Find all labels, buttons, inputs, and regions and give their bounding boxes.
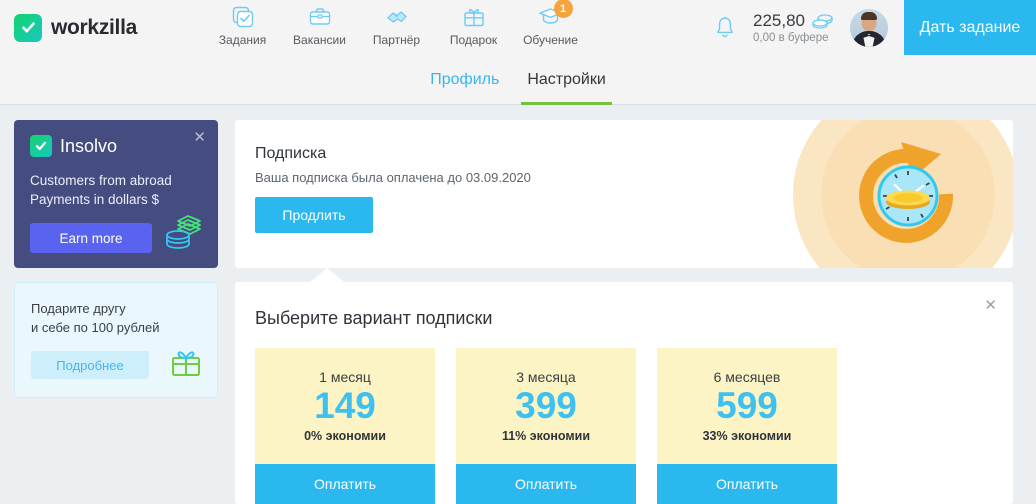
insolvo-header: Insolvo <box>30 135 202 157</box>
plan-card-6-months[interactable]: 6 месяцев 599 33% экономии Оплатить <box>657 348 837 504</box>
workzilla-check-logo-icon <box>14 13 42 42</box>
header-right: 225,80 0,00 в буфере Дать задание <box>713 0 1036 55</box>
plan-period: 3 месяца <box>516 368 576 385</box>
insolvo-title: Insolvo <box>60 135 118 156</box>
insolvo-promo-card: ✕ Insolvo Customers from abroad Payments… <box>14 120 218 268</box>
nav-label: Задания <box>218 33 267 47</box>
nav-item-vacancies[interactable]: Вакансии <box>281 0 358 55</box>
plan-price: 149 <box>314 384 376 426</box>
nav-item-education[interactable]: 1 Обучение <box>512 0 589 55</box>
subscription-title: Подписка <box>255 145 327 162</box>
checkbox-stack-icon <box>231 4 255 30</box>
plan-body: 3 месяца 399 11% экономии <box>456 348 636 464</box>
balance-amount: 225,80 <box>753 11 805 30</box>
gift-line2: и себе по 100 рублей <box>31 320 160 335</box>
nav-label: Обучение <box>523 33 578 47</box>
plan-pay-button[interactable]: Оплатить <box>456 464 636 504</box>
profile-settings-tabbar: Профиль Настройки <box>0 55 1036 105</box>
nav-label: Подарок <box>449 33 498 47</box>
app-root: workzilla Задания Вакансии Партнёр Подар… <box>0 0 1036 504</box>
clock-renew-icon <box>783 120 1013 268</box>
plan-saving: 33% экономии <box>702 429 792 444</box>
subscription-plans-panel: ✕ Выберите вариант подписки 1 месяц 149 … <box>235 282 1013 504</box>
plan-saving: 11% экономии <box>501 429 591 444</box>
nav-item-partner[interactable]: Партнёр <box>358 0 435 55</box>
plan-saving: 0% экономии <box>304 429 386 444</box>
main-nav: Задания Вакансии Партнёр Подарок 1 Обуче… <box>204 0 589 55</box>
gift-line1: Подарите другу <box>31 301 126 316</box>
tab-profile[interactable]: Профиль <box>416 55 513 105</box>
brand-logo-link[interactable]: workzilla <box>14 13 204 42</box>
coins-icon <box>812 13 834 29</box>
site-header: workzilla Задания Вакансии Партнёр Подар… <box>0 0 1036 55</box>
close-icon[interactable]: ✕ <box>193 130 206 145</box>
gift-details-button[interactable]: Подробнее <box>31 351 149 379</box>
earn-more-button[interactable]: Earn more <box>30 223 152 253</box>
plan-cards: 1 месяц 149 0% экономии Оплатить 3 месяц… <box>255 348 837 504</box>
money-stack-icon <box>162 211 206 256</box>
create-task-button[interactable]: Дать задание <box>904 0 1036 55</box>
graduation-cap-icon: 1 <box>538 0 573 30</box>
plan-body: 1 месяц 149 0% экономии <box>255 348 435 464</box>
plan-price: 599 <box>716 384 778 426</box>
brand-name: workzilla <box>51 15 137 39</box>
insolvo-check-icon <box>30 135 52 157</box>
avatar[interactable] <box>850 8 888 47</box>
plan-pay-button[interactable]: Оплатить <box>255 464 435 504</box>
plan-body: 6 месяцев 599 33% экономии <box>657 348 837 464</box>
nav-label: Партнёр <box>372 33 421 47</box>
plan-period: 1 месяц <box>319 368 371 385</box>
balance-buffer-text: 0,00 в буфере <box>753 32 829 44</box>
handshake-icon <box>385 4 409 30</box>
balance-top: 225,80 <box>753 11 834 31</box>
bell-icon[interactable] <box>713 15 737 41</box>
plan-card-1-month[interactable]: 1 месяц 149 0% экономии Оплатить <box>255 348 435 504</box>
plan-period: 6 месяцев <box>713 368 781 385</box>
nav-item-gift[interactable]: Подарок <box>435 0 512 55</box>
insolvo-line2: Payments in dollars $ <box>30 192 160 207</box>
insolvo-line1: Customers from abroad <box>30 173 172 188</box>
plans-title: Выберите вариант подписки <box>255 308 493 328</box>
subscription-panel: Подписка Ваша подписка была оплачена до … <box>235 120 1013 268</box>
balance-block[interactable]: 225,80 0,00 в буфере <box>753 11 834 44</box>
gift-icon <box>462 4 486 30</box>
gift-box-icon <box>169 346 203 383</box>
nav-label: Вакансии <box>293 33 346 47</box>
plan-price: 399 <box>515 384 577 426</box>
close-icon[interactable]: ✕ <box>984 298 997 313</box>
subscription-status: Ваша подписка была оплачена до 03.09.202… <box>255 170 531 185</box>
extend-subscription-button[interactable]: Продлить <box>255 197 373 233</box>
briefcase-icon <box>308 4 332 30</box>
plan-pay-button[interactable]: Оплатить <box>657 464 837 504</box>
nav-item-tasks[interactable]: Задания <box>204 0 281 55</box>
sidebar: ✕ Insolvo Customers from abroad Payments… <box>14 120 218 398</box>
nav-badge-education: 1 <box>553 0 573 18</box>
referral-gift-card: Подарите другу и себе по 100 рублей Подр… <box>14 282 218 398</box>
plan-card-3-months[interactable]: 3 месяца 399 11% экономии Оплатить <box>456 348 636 504</box>
page-body: ✕ Insolvo Customers from abroad Payments… <box>0 106 1036 504</box>
avatar-hair <box>861 11 877 20</box>
tab-settings[interactable]: Настройки <box>513 55 619 105</box>
panel-pointer-triangle <box>310 268 344 282</box>
